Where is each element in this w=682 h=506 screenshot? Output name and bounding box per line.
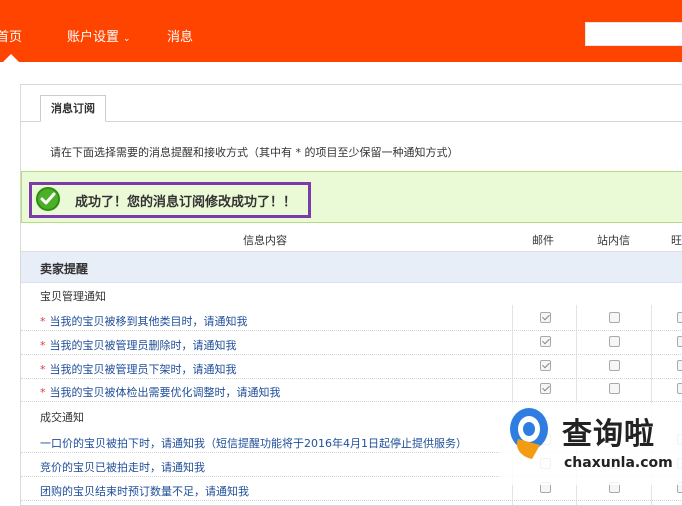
- intro-text: 请在下面选择需要的消息提醒和接收方式（其中有 * 的项目至少保留一种通知方式）: [50, 146, 459, 159]
- required-star: *: [40, 315, 46, 328]
- row-text: * 当我的宝贝被移到其他类目时，请通知我: [40, 313, 248, 329]
- table-header: 信息内容 邮件 站内信 旺: [21, 226, 682, 252]
- table-row: * 当我的宝贝被体检出需要优化调整时，请通知我: [21, 378, 682, 402]
- search-input[interactable]: [585, 22, 682, 46]
- tab-bar: 消息订阅: [21, 85, 682, 122]
- header-wangwang: 旺: [671, 234, 682, 247]
- row-text: * 当我的宝贝被体检出需要优化调整时，请通知我: [40, 384, 281, 400]
- required-star: *: [40, 339, 46, 352]
- table-row: * 当我的宝贝被管理员下架时，请通知我: [21, 355, 682, 379]
- section-title: 卖家提醒: [40, 262, 89, 276]
- mail-checkbox[interactable]: [540, 360, 551, 371]
- top-nav-bar: 首页 账户设置 ⌄ 消息: [0, 0, 682, 62]
- watermark-cn: 查询啦: [562, 417, 655, 452]
- group-title: 宝贝管理通知: [40, 290, 106, 303]
- mail-checkbox[interactable]: [540, 336, 551, 347]
- highlight-box: [29, 182, 311, 218]
- site-message-checkbox[interactable]: [609, 312, 620, 323]
- wangwang-checkbox[interactable]: [677, 336, 682, 347]
- header-info-content: 信息内容: [243, 234, 287, 247]
- site-message-checkbox[interactable]: [609, 336, 620, 347]
- table-row: * 当我的宝贝被管理员删除时，请通知我: [21, 331, 682, 355]
- header-site-message: 站内信: [597, 234, 630, 247]
- required-star: *: [40, 386, 46, 399]
- mail-checkbox[interactable]: [540, 312, 551, 323]
- row-text: * 当我的宝贝被管理员下架时，请通知我: [40, 361, 237, 377]
- wangwang-checkbox[interactable]: [677, 383, 682, 394]
- row-label: 当我的宝贝被管理员删除时，请通知我: [49, 339, 237, 352]
- site-message-checkbox[interactable]: [609, 383, 620, 394]
- tab-message-subscription[interactable]: 消息订阅: [40, 95, 106, 122]
- nav-account-settings[interactable]: 账户设置 ⌄: [67, 26, 131, 45]
- wangwang-checkbox[interactable]: [677, 360, 682, 371]
- success-banner: 成功了！您的消息订阅修改成功了！！: [21, 171, 682, 223]
- row-label: 当我的宝贝被移到其他类目时，请通知我: [49, 315, 248, 328]
- row-label: 竞价的宝贝已被拍走时，请通知我: [40, 461, 205, 474]
- mail-checkbox[interactable]: [540, 383, 551, 394]
- chevron-down-icon: ⌄: [123, 34, 131, 44]
- header-mail: 邮件: [532, 234, 554, 247]
- active-nav-indicator: [3, 54, 19, 62]
- nav-home[interactable]: 首页: [0, 26, 22, 45]
- wangwang-checkbox[interactable]: [677, 312, 682, 323]
- group-title: 成交通知: [40, 411, 84, 424]
- section-seller-reminders: 卖家提醒: [21, 252, 682, 283]
- search-logo-icon: [510, 408, 548, 459]
- watermark: 查询啦 chaxunla.com: [500, 403, 682, 485]
- nav-account-settings-label: 账户设置: [67, 30, 120, 45]
- nav-messages[interactable]: 消息: [167, 26, 193, 45]
- site-message-checkbox[interactable]: [609, 360, 620, 371]
- required-star: *: [40, 363, 46, 376]
- watermark-en: chaxunla.com: [564, 455, 673, 471]
- row-label: 一口价的宝贝被拍下时，请通知我（短信提醒功能将于2016年4月1日起停止提供服务…: [40, 437, 467, 450]
- row-label: 当我的宝贝被体检出需要优化调整时，请通知我: [49, 386, 281, 399]
- row-label: 当我的宝贝被管理员下架时，请通知我: [49, 363, 237, 376]
- row-text: * 当我的宝贝被管理员删除时，请通知我: [40, 337, 237, 353]
- table-row: * 当我的宝贝被移到其他类目时，请通知我: [21, 307, 682, 331]
